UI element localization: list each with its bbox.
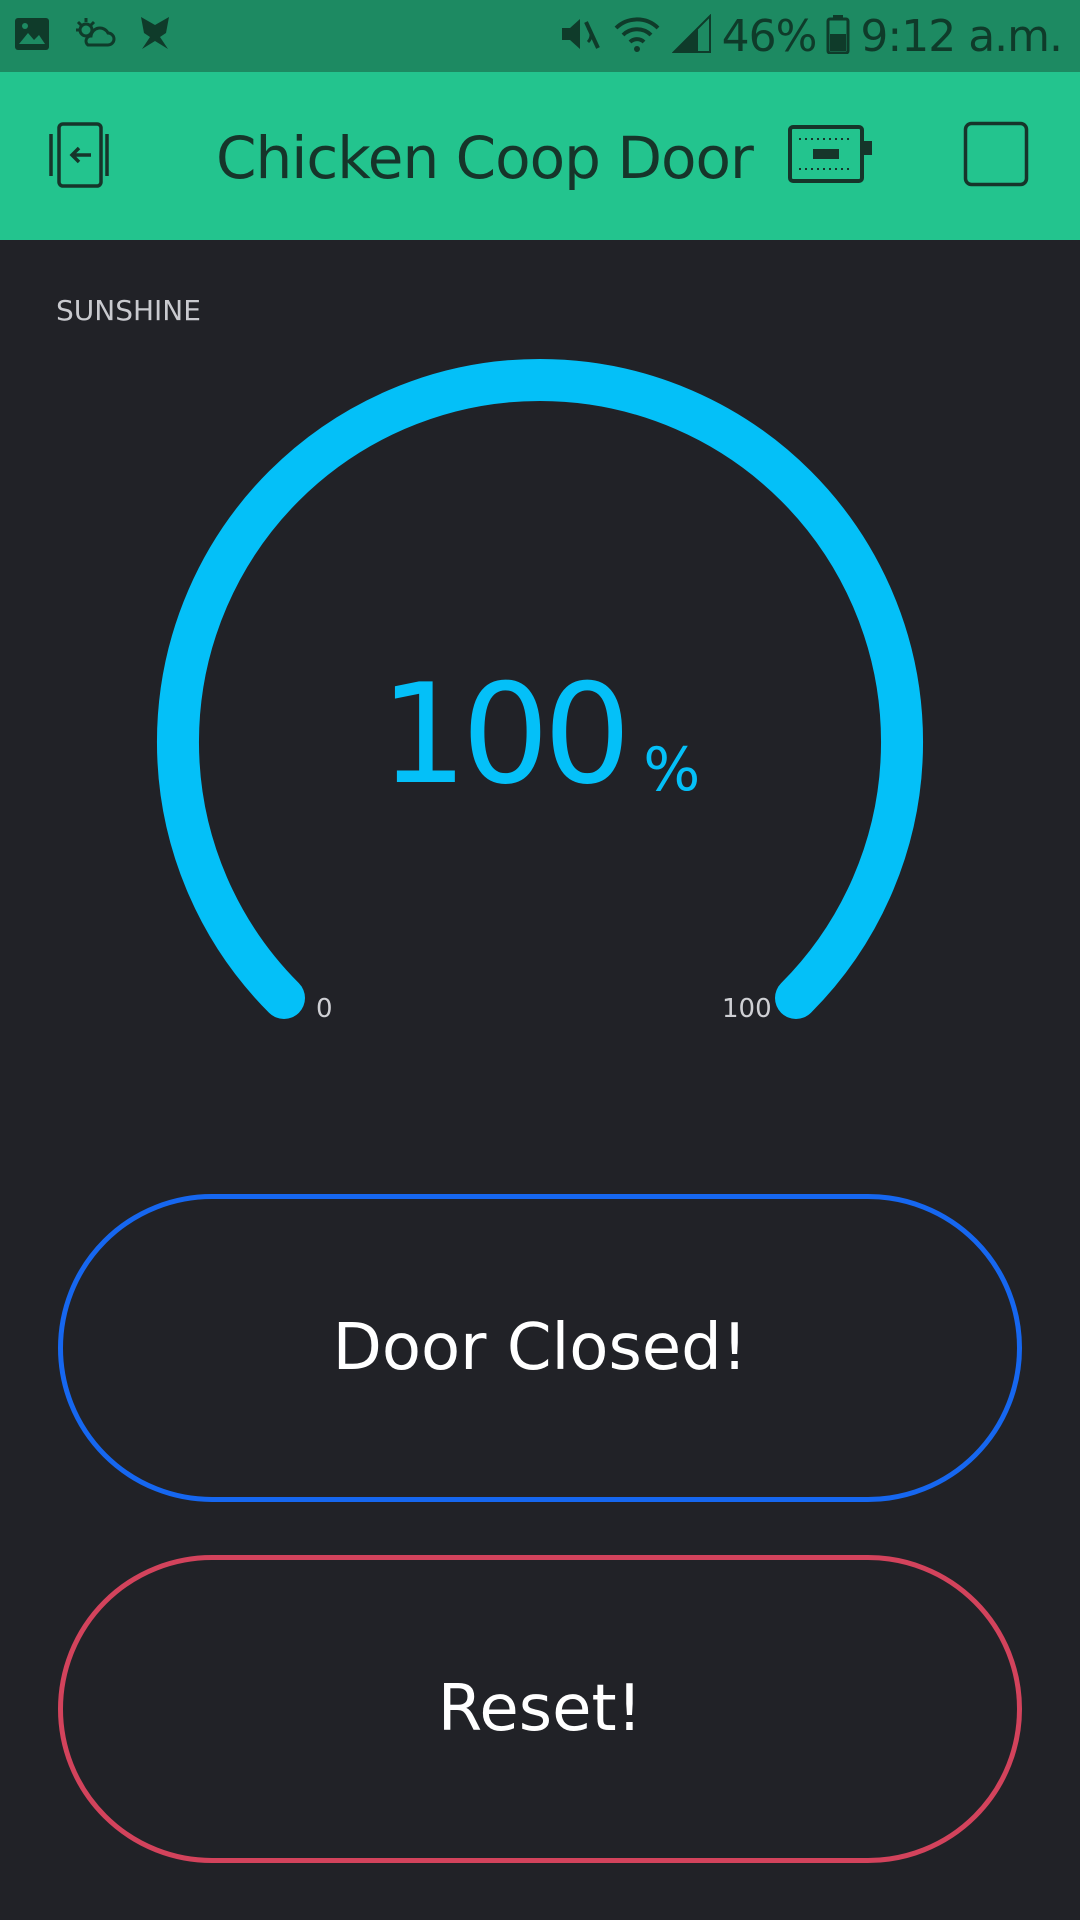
device-icon — [787, 123, 875, 189]
clock: 9:12 a.m. — [860, 10, 1063, 62]
app-bar: Chicken Coop Door — [0, 72, 1080, 240]
gauge-label: SUNSHINE — [56, 294, 201, 327]
page-title: Chicken Coop Door — [216, 124, 754, 192]
battery-icon — [826, 14, 850, 58]
battery-percent: 46% — [721, 10, 818, 62]
gauge-value: 100 — [379, 654, 631, 815]
exit-button[interactable] — [44, 118, 124, 196]
wifi-icon — [612, 14, 662, 58]
device-button[interactable] — [786, 120, 876, 192]
status-bar: 46% 9:12 a.m. — [0, 0, 1080, 72]
stop-square-icon — [963, 121, 1029, 191]
reset-button[interactable]: Reset! — [58, 1555, 1022, 1863]
mute-icon — [558, 14, 602, 58]
exit-icon — [47, 120, 121, 194]
door-closed-button[interactable]: Door Closed! — [58, 1194, 1022, 1502]
status-right-icons: 46% 9:12 a.m. — [558, 10, 1063, 62]
gauge-max-label: 100 — [722, 994, 772, 1024]
butterfly-icon — [138, 15, 172, 57]
weather-icon — [72, 15, 116, 57]
image-icon — [14, 17, 50, 55]
gauge-value-wrap: 100 % — [0, 664, 1080, 804]
gauge-unit: % — [643, 735, 701, 805]
stop-button[interactable] — [962, 121, 1030, 191]
status-left-icons — [14, 16, 172, 56]
gauge-min-label: 0 — [316, 994, 333, 1024]
signal-icon — [671, 13, 712, 58]
